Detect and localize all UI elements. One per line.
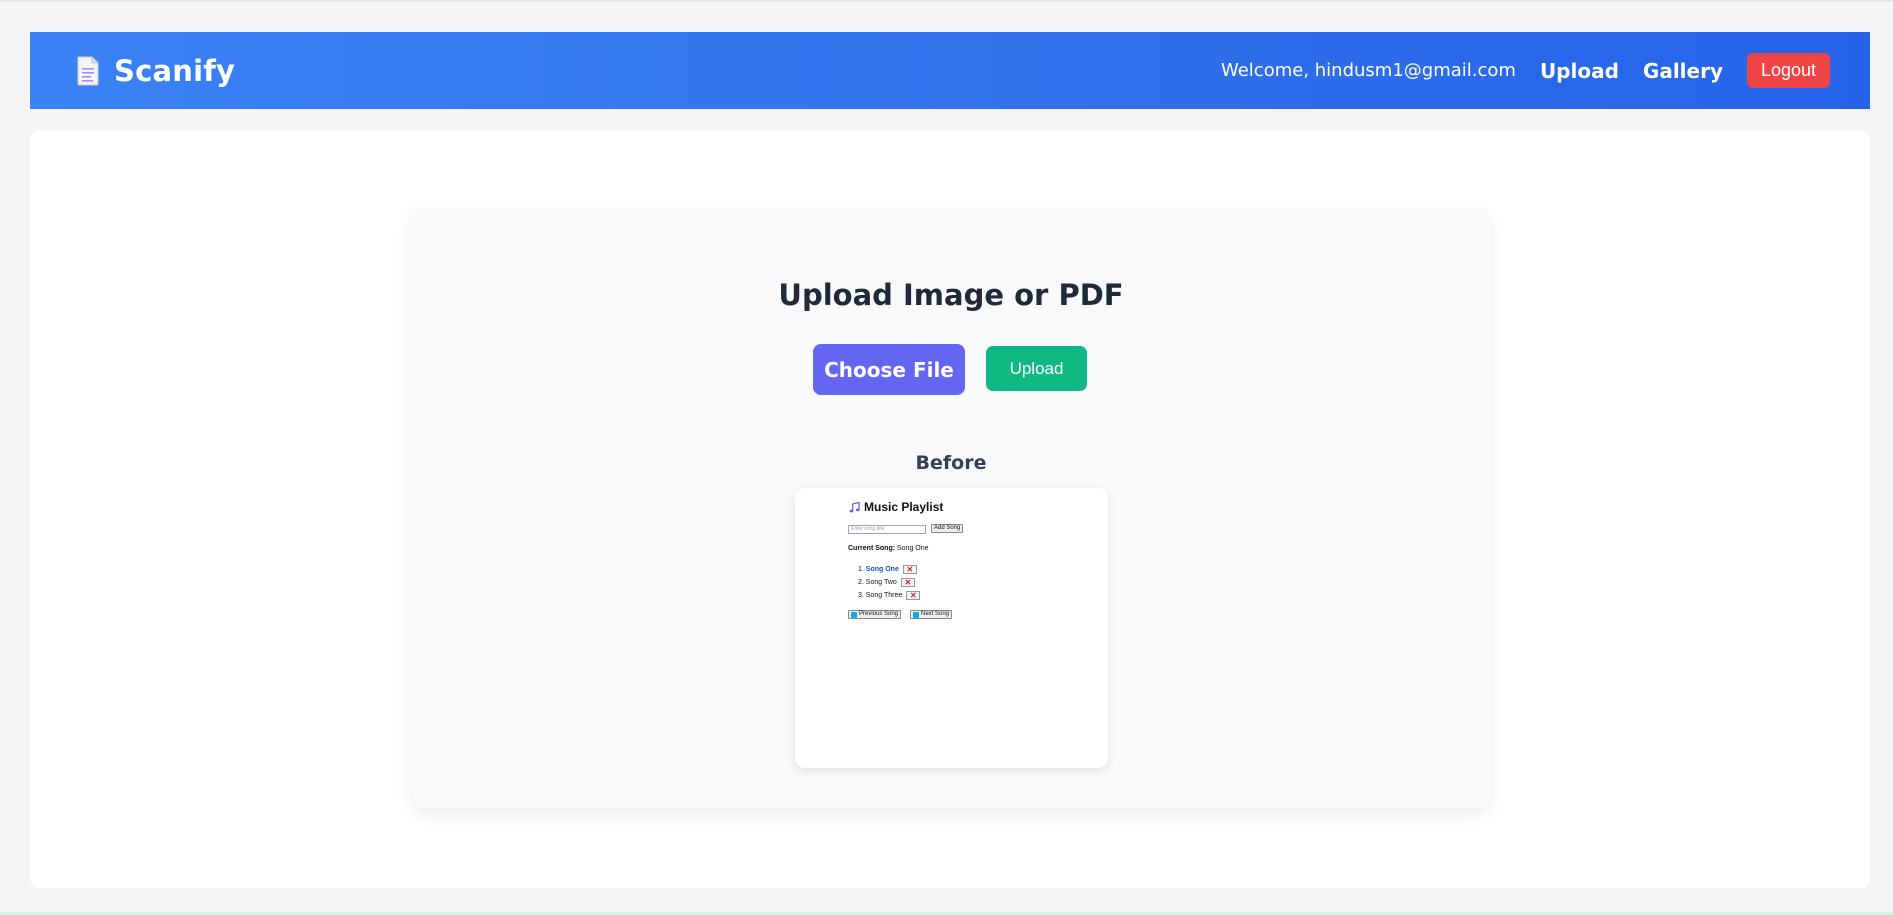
preview-current-label: Current Song: — [848, 545, 896, 552]
welcome-text: Welcome, hindusm1@gmail.com — [1220, 60, 1516, 81]
remove-icon: ✕ — [900, 578, 915, 587]
preview-next-label: Next Song — [921, 611, 950, 617]
main-content: Upload Image or PDF Choose File Upload B… — [30, 130, 1870, 888]
document-icon — [77, 56, 99, 85]
remove-icon: ✕ — [902, 565, 917, 574]
logout-button[interactable]: Logout — [1747, 53, 1830, 88]
song-title: Song One — [865, 566, 899, 573]
choose-file-button[interactable]: Choose File — [813, 344, 965, 395]
previous-icon — [851, 611, 857, 618]
preview-previous-label: Previous Song — [859, 611, 899, 617]
song-number: 2. — [858, 579, 864, 586]
song-number: 1. — [858, 566, 864, 573]
preview-next-song-button: Next Song — [910, 610, 953, 619]
app-name: Scanify — [114, 53, 236, 88]
before-preview-image: Music Playlist Enter song title Add Song… — [795, 488, 1108, 768]
before-label: Before — [915, 452, 987, 474]
preview-title-text: Music Playlist — [864, 500, 944, 514]
preview-current-song: Current Song: Song One — [848, 545, 929, 552]
preview-add-song-button: Add Song — [931, 524, 964, 533]
preview-title: Music Playlist — [849, 500, 943, 514]
preview-song-list: 1. Song One ✕ 2. Song Two ✕ 3. Song Thre… — [858, 563, 921, 602]
song-title: Song Three — [865, 592, 903, 599]
navbar: Scanify Welcome, hindusm1@gmail.com Uplo… — [30, 32, 1870, 109]
music-note-icon — [849, 501, 860, 513]
nav-right: Welcome, hindusm1@gmail.com Upload Galle… — [1221, 53, 1830, 88]
preview-current-value: Song One — [897, 545, 929, 552]
next-icon — [913, 611, 919, 618]
song-number: 3. — [858, 592, 864, 599]
preview-previous-song-button: Previous Song — [848, 610, 902, 619]
nav-gallery-link[interactable]: Gallery — [1643, 59, 1723, 83]
top-border — [0, 0, 1893, 2]
nav-upload-link[interactable]: Upload — [1540, 59, 1619, 83]
upload-card: Upload Image or PDF Choose File Upload B… — [412, 208, 1490, 808]
remove-icon: ✕ — [906, 591, 921, 600]
brand[interactable]: Scanify — [76, 54, 235, 88]
list-item: 1. Song One ✕ — [858, 563, 920, 576]
list-item: 2. Song Two ✕ — [858, 576, 920, 589]
list-item: 3. Song Three ✕ — [858, 589, 921, 602]
page-title: Upload Image or PDF — [778, 278, 1124, 312]
song-title: Song Two — [865, 579, 897, 586]
upload-button[interactable]: Upload — [986, 346, 1087, 391]
preview-song-input: Enter song title — [848, 525, 926, 534]
